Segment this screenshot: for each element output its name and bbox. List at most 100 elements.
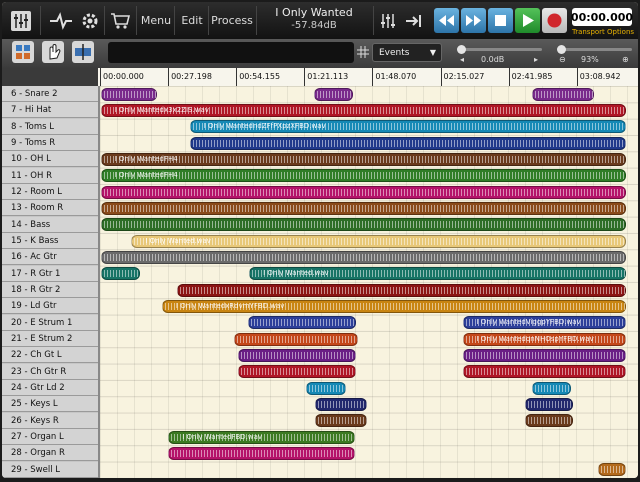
clip-label: I Only Wanted.wav — [145, 236, 211, 245]
track-header[interactable]: 23 - Ch Gtr R — [2, 363, 98, 380]
edit-button[interactable]: Edit — [176, 10, 208, 30]
clip-label: I Only WantedqnNHOspYFBD.wav — [476, 334, 594, 343]
audio-clip[interactable]: I Only WantedndZFfPXpzXFBD.wav — [189, 120, 626, 134]
clip-label: I Only WantedFBD.wav — [182, 432, 263, 441]
ruler-corner — [2, 68, 98, 86]
arrangement-timeline[interactable]: I Only Wantedx3x2ZIS.wav I Only WantedndZ… — [100, 86, 638, 478]
audio-clip[interactable] — [101, 87, 157, 101]
audio-clip[interactable] — [524, 414, 573, 428]
audio-clip[interactable] — [305, 381, 347, 395]
waveform — [100, 221, 626, 229]
grid-snap-icon[interactable] — [357, 43, 369, 61]
play-button[interactable] — [515, 8, 540, 33]
track-header[interactable]: 7 - Hi Hat — [2, 102, 98, 119]
menu-button[interactable]: Menu — [138, 10, 174, 30]
track-header[interactable]: 13 - Room R — [2, 200, 98, 217]
jump-to-end-icon[interactable] — [402, 6, 426, 35]
volume-slider-knob[interactable] — [457, 45, 466, 54]
track-header[interactable]: 8 - Toms L — [2, 118, 98, 135]
cart-icon[interactable] — [106, 6, 134, 35]
zoom-slider-knob[interactable] — [557, 45, 566, 54]
track-header[interactable]: 26 - Keys R — [2, 412, 98, 429]
track-header[interactable]: 28 - Organ R — [2, 445, 98, 462]
zoom-slider-track[interactable] — [560, 48, 632, 51]
volume-slider-track[interactable] — [460, 48, 542, 51]
track-header[interactable]: 22 - Ch Gt L — [2, 347, 98, 364]
track-header[interactable]: 14 - Bass — [2, 216, 98, 233]
track-header[interactable]: 20 - E Strum 1 — [2, 314, 98, 331]
audio-clip[interactable]: I Only WantedFBD.wav — [168, 430, 356, 444]
audio-clip[interactable] — [237, 348, 357, 362]
audio-clip[interactable] — [100, 201, 626, 215]
waveform — [233, 335, 358, 343]
audio-clip[interactable] — [233, 332, 358, 346]
eq-levels-icon[interactable] — [376, 6, 400, 35]
track-header[interactable]: 12 - Room L — [2, 183, 98, 200]
clip-label: I Only WantedxRdvmYFBD.wav — [175, 301, 285, 310]
audio-clip[interactable]: I Only WantedFH4 — [100, 169, 626, 183]
ruler-tick — [372, 68, 374, 86]
audio-clip[interactable]: I Only WantedxRdvmYFBD.wav — [161, 299, 626, 313]
gear-icon[interactable] — [78, 6, 102, 35]
track-header[interactable]: 29 - Swell L — [2, 461, 98, 478]
audio-clip[interactable]: I Only Wanted.wav — [131, 234, 626, 248]
audio-clip[interactable] — [100, 267, 141, 281]
audio-clip[interactable] — [314, 414, 367, 428]
audio-clip[interactable]: I Only Wantedx3x2ZIS.wav — [100, 103, 626, 117]
record-button[interactable] — [542, 8, 567, 33]
song-title: I Only Wanted — [275, 6, 353, 19]
fast-forward-button[interactable] — [461, 8, 486, 33]
audio-clip[interactable] — [189, 136, 626, 150]
track-header[interactable]: 25 - Keys L — [2, 396, 98, 413]
audio-clip[interactable] — [524, 397, 573, 411]
audio-clip[interactable] — [100, 218, 626, 232]
waveform — [100, 253, 626, 261]
audio-clip[interactable]: I Only WantedFH4 — [100, 152, 626, 166]
audio-clip[interactable] — [247, 316, 357, 330]
audio-clip[interactable] — [100, 250, 626, 264]
track-header[interactable]: 24 - Gtr Ld 2 — [2, 379, 98, 396]
split-tool-icon[interactable] — [72, 41, 94, 63]
track-header[interactable]: 11 - OH R — [2, 167, 98, 184]
mixer-icon[interactable] — [6, 6, 36, 35]
process-button[interactable]: Process — [210, 10, 254, 30]
timeline-ruler[interactable]: 00:00.000 00:27.198 00:54.155 01:21.113 01:4… — [2, 68, 638, 87]
audio-clip[interactable] — [177, 283, 626, 297]
track-header[interactable]: 19 - Ld Gtr — [2, 298, 98, 315]
track-header[interactable]: 18 - R Gtr 2 — [2, 281, 98, 298]
audio-clip[interactable] — [532, 381, 572, 395]
ruler-tick — [440, 68, 442, 86]
waveform — [532, 90, 594, 98]
stop-button[interactable] — [488, 8, 513, 33]
audio-clip[interactable] — [462, 365, 626, 379]
audio-clip[interactable] — [532, 87, 594, 101]
audio-clip[interactable]: I Only Wanted.wav — [249, 267, 626, 281]
audio-clip[interactable] — [237, 365, 357, 379]
track-header[interactable]: 10 - OH L — [2, 151, 98, 168]
track-header[interactable]: 17 - R Gtr 1 — [2, 265, 98, 282]
waveform — [314, 417, 367, 425]
transport-options-link[interactable]: Transport Options — [568, 28, 638, 36]
track-header[interactable]: 9 - Toms R — [2, 134, 98, 151]
track-header[interactable]: 21 - E Strum 2 — [2, 330, 98, 347]
view-mode-select[interactable]: Events ▼ — [372, 43, 442, 62]
grid-tool-icon[interactable] — [12, 41, 34, 63]
audio-clip[interactable] — [462, 348, 626, 362]
track-header[interactable]: 27 - Organ L — [2, 428, 98, 445]
fx-plugin-icon[interactable] — [46, 6, 76, 35]
audio-clip[interactable] — [597, 463, 626, 477]
audio-clip[interactable]: I Only WantedqnNHOspYFBD.wav — [462, 332, 626, 346]
audio-clip[interactable] — [314, 397, 367, 411]
rewind-button[interactable] — [434, 8, 459, 33]
track-header[interactable]: 16 - Ac Gtr — [2, 249, 98, 266]
track-header[interactable]: 15 - K Bass — [2, 232, 98, 249]
audio-clip[interactable] — [100, 185, 626, 199]
waveform — [524, 417, 573, 425]
audio-clip[interactable]: I Only WantedViggpYFBD.wav — [462, 316, 626, 330]
volume-label: 0.0dB — [481, 55, 505, 64]
hand-select-icon[interactable] — [42, 41, 64, 63]
audio-clip[interactable] — [168, 446, 356, 460]
audio-clip[interactable] — [313, 87, 353, 101]
edit-toolbar: Events ▼ ◂ 0.0dB ▸ ⊖ 93% ⊕ — [2, 39, 638, 68]
track-header[interactable]: 6 - Snare 2 — [2, 86, 98, 102]
